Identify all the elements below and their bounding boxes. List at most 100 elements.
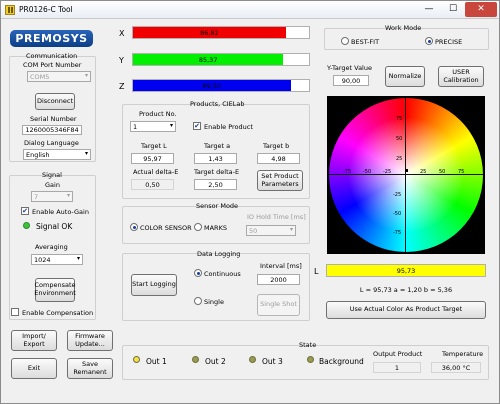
title-bar[interactable]: PR0126-C Tool — ☐ ✕: [1, 1, 499, 19]
best-fit-radio[interactable]: [341, 37, 349, 45]
enable-product-checkbox[interactable]: ✔: [193, 122, 201, 130]
use-actual-color-button[interactable]: Use Actual Color As Product Target: [326, 301, 486, 319]
gain-select[interactable]: 7 ▾: [31, 191, 73, 202]
serial-number-label: Serial Number: [30, 115, 77, 123]
chevron-down-icon: ▾: [169, 122, 173, 129]
precise-radio[interactable]: [425, 37, 433, 45]
serial-number-field: 1260005346F84: [22, 125, 82, 135]
continuous-label: Continuous: [204, 270, 241, 278]
signal-title: Signal: [42, 171, 62, 179]
com-port-value: COM5: [30, 72, 50, 81]
lightness-bar-value: 95,73: [396, 266, 416, 275]
out2-label: Out 2: [205, 357, 226, 366]
color-sensor-label: COLOR SENSOR: [140, 224, 192, 232]
minimize-icon[interactable]: —: [417, 2, 441, 17]
product-no-label: Product No.: [139, 110, 177, 118]
target-l-field[interactable]: 95,97: [131, 153, 174, 164]
out3-led: [249, 356, 256, 363]
state-title: State: [299, 341, 317, 349]
import-export-button[interactable]: Import/ Export: [11, 330, 57, 351]
lightness-label: L: [314, 267, 319, 276]
maximize-icon[interactable]: ☐: [441, 2, 465, 17]
tick-label-neg-25: -25: [383, 169, 392, 175]
firmware-update-button[interactable]: Firmware Update...: [67, 330, 113, 351]
product-no-select[interactable]: 1 ▾: [130, 121, 176, 132]
tick-label-vpos-50: 50: [396, 136, 403, 142]
product-no-value: 1: [133, 122, 138, 131]
lightness-bar: 95,73: [326, 264, 486, 277]
precise-label: PRECISE: [435, 38, 463, 46]
set-product-parameters-button[interactable]: Set Product Parameters: [257, 170, 303, 191]
continuous-radio[interactable]: [194, 269, 202, 277]
interval-field[interactable]: 2000: [257, 274, 300, 285]
premosys-logo: PREMOSYS: [10, 30, 93, 47]
sensor-mode-title: Sensor Mode: [196, 202, 239, 210]
compensate-environment-button[interactable]: Compensate Environment: [34, 278, 76, 302]
x-bar: 86,82: [132, 26, 310, 39]
io-hold-time-label: IO Hold Time [ms]: [247, 213, 306, 221]
single-radio[interactable]: [194, 297, 202, 305]
exit-button[interactable]: Exit: [11, 358, 57, 379]
target-delta-e-field[interactable]: 2,50: [194, 179, 237, 190]
single-shot-button[interactable]: Single Shot: [257, 294, 300, 316]
chevron-down-icon: ▾: [84, 72, 88, 79]
actual-delta-e-label: Actual delta-E: [133, 168, 179, 176]
color-sensor-radio[interactable]: [130, 223, 138, 231]
y-axis-label: Y: [119, 56, 124, 65]
target-l-label: Target L: [141, 142, 167, 150]
y-bar-value: 85,37: [198, 55, 218, 64]
work-mode-title: Work Mode: [385, 24, 422, 32]
auto-gain-checkbox[interactable]: ✔: [21, 207, 29, 215]
x-axis-label: X: [119, 29, 125, 38]
app-window: PR0126-C Tool — ☐ ✕ PREMOSYS Communicati…: [0, 0, 500, 404]
z-bar: 89,50: [132, 79, 310, 92]
chevron-down-icon: ▾: [66, 192, 70, 199]
tick-label-vpos-25: 25: [396, 156, 403, 162]
start-logging-button[interactable]: Start Logging: [131, 274, 177, 296]
temperature-field: 36,00 °C: [431, 362, 481, 373]
enable-product-label: Enable Product: [204, 123, 253, 131]
out1-label: Out 1: [146, 357, 167, 366]
normalize-button[interactable]: Normalize: [385, 66, 425, 87]
y-target-field[interactable]: 90,00: [333, 75, 369, 86]
com-port-select[interactable]: COM5 ▾: [27, 71, 91, 82]
marks-label: MARKS: [204, 224, 227, 232]
chevron-down-icon: ▾: [289, 226, 293, 233]
io-hold-time-select[interactable]: 50 ▾: [246, 225, 296, 236]
user-calibration-button[interactable]: USER Calibration: [438, 66, 484, 87]
target-delta-e-label: Target delta-E: [194, 168, 240, 176]
target-a-field[interactable]: 1,43: [194, 153, 237, 164]
app-icon: [5, 5, 15, 15]
tick-label-pos-50: 50: [439, 169, 446, 175]
close-icon[interactable]: ✕: [465, 2, 497, 17]
chevron-down-icon: ▾: [76, 255, 80, 262]
averaging-value: 1024: [34, 255, 51, 264]
target-b-field[interactable]: 4,98: [257, 153, 300, 164]
dialog-language-label: Dialog Language: [24, 139, 79, 147]
dialog-language-value: English: [26, 150, 50, 159]
z-axis-label: Z: [119, 82, 125, 91]
out2-led: [192, 356, 199, 363]
auto-gain-label: Enable Auto-Gain: [32, 208, 89, 216]
save-remanent-button[interactable]: Save Remanent: [67, 358, 113, 379]
lab-readout: L = 95,73 a = 1,20 b = 5,36: [359, 286, 453, 294]
enable-compensation-checkbox[interactable]: [11, 308, 19, 316]
background-label: Background: [319, 357, 364, 366]
tick-label-pos-25: 25: [420, 169, 427, 175]
tick-label-vneg-75: -75: [393, 230, 402, 236]
color-marker: [404, 168, 408, 172]
disconnect-button[interactable]: Disconnect: [35, 93, 75, 110]
gain-value: 7: [34, 192, 39, 201]
averaging-select[interactable]: 1024 ▾: [31, 254, 83, 265]
chevron-down-icon: ▾: [84, 150, 88, 157]
tick-label-vneg-50: -50: [393, 211, 402, 217]
averaging-label: Averaging: [35, 243, 68, 251]
dialog-language-select[interactable]: English ▾: [23, 149, 91, 160]
tick-label-pos-75: 75: [458, 169, 465, 175]
actual-delta-e-field: 0,50: [131, 179, 174, 190]
gain-label: Gain: [45, 181, 60, 189]
window-title: PR0126-C Tool: [19, 5, 73, 14]
marks-radio[interactable]: [194, 223, 202, 231]
tick-label-neg-75: -75: [343, 169, 352, 175]
color-wheel: [329, 98, 483, 252]
